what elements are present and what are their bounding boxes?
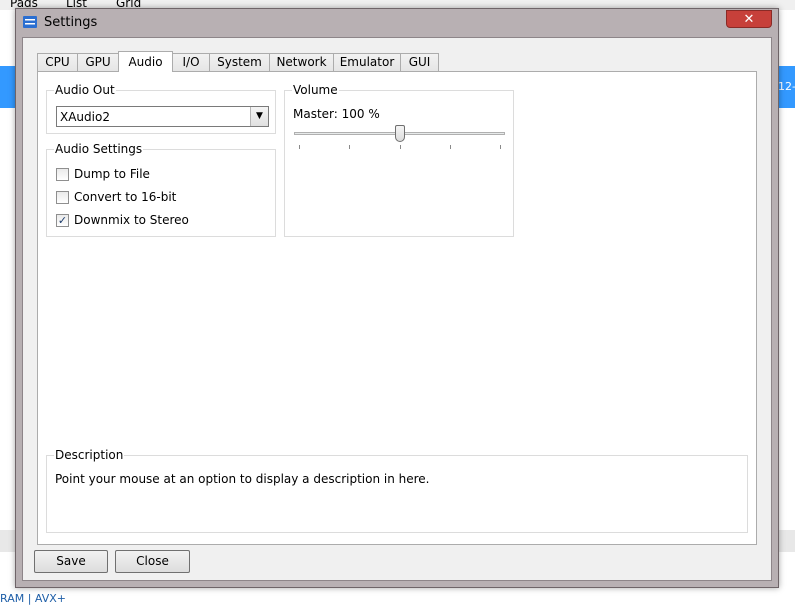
convert-16bit-label[interactable]: Convert to 16-bit <box>74 190 176 204</box>
close-button[interactable]: Close <box>115 550 190 573</box>
audio-settings-label: Audio Settings <box>54 142 144 156</box>
tab-system[interactable]: System <box>209 53 270 71</box>
background-status-text: RAM | AVX+ <box>0 592 67 605</box>
background-selected-row <box>0 66 16 108</box>
audio-out-selected: XAudio2 <box>60 110 110 124</box>
dump-to-file-checkbox[interactable] <box>56 168 69 181</box>
window-close-button[interactable]: ✕ <box>726 10 772 28</box>
master-volume-label: Master: 100 % <box>293 107 380 121</box>
description-group: Description Point your mouse at an optio… <box>46 448 748 533</box>
slider-tick <box>400 145 401 149</box>
master-volume-slider-thumb[interactable] <box>395 125 405 142</box>
background-selected-row-right: 12-2 <box>778 66 795 108</box>
tab-cpu[interactable]: CPU <box>37 53 78 71</box>
dialog-client-area: CPU GPU Audio I/O System Network Emulato… <box>22 37 772 581</box>
settings-window-icon <box>23 16 37 28</box>
background-strip-right <box>778 530 795 552</box>
save-button[interactable]: Save <box>34 550 108 573</box>
checkmark-icon: ✓ <box>57 214 68 227</box>
tab-gui[interactable]: GUI <box>400 53 439 71</box>
audio-out-label: Audio Out <box>54 83 116 97</box>
audio-out-dropdown[interactable]: XAudio2 ▼ <box>56 106 269 127</box>
settings-window: Settings ✕ CPU GPU Audio I/O System Netw… <box>15 8 779 588</box>
audio-tab-panel: Audio Out XAudio2 ▼ Audio Settings Dump … <box>37 71 757 545</box>
window-title: Settings <box>44 15 98 30</box>
chevron-down-icon[interactable]: ▼ <box>250 107 268 126</box>
tab-emulator[interactable]: Emulator <box>333 53 401 71</box>
audio-out-group: Audio Out XAudio2 ▼ <box>46 83 276 134</box>
slider-tick <box>500 145 501 149</box>
description-text: Point your mouse at an option to display… <box>55 472 430 486</box>
downmix-stereo-label[interactable]: Downmix to Stereo <box>74 213 189 227</box>
tab-io[interactable]: I/O <box>172 53 210 71</box>
volume-group: Volume Master: 100 % <box>284 83 514 237</box>
slider-tick <box>299 145 300 149</box>
tab-network[interactable]: Network <box>269 53 334 71</box>
slider-tick <box>349 145 350 149</box>
audio-settings-group: Audio Settings Dump to File Convert to 1… <box>46 142 276 237</box>
volume-label: Volume <box>292 83 339 97</box>
tab-gpu[interactable]: GPU <box>77 53 119 71</box>
background-row-text: 12-2 <box>778 80 795 93</box>
downmix-stereo-checkbox[interactable]: ✓ <box>56 214 69 227</box>
convert-16bit-checkbox[interactable] <box>56 191 69 204</box>
tab-audio[interactable]: Audio <box>118 51 173 72</box>
description-label: Description <box>54 448 125 462</box>
dump-to-file-label[interactable]: Dump to File <box>74 167 150 181</box>
slider-tick <box>450 145 451 149</box>
title-bar[interactable]: Settings ✕ <box>16 9 778 37</box>
